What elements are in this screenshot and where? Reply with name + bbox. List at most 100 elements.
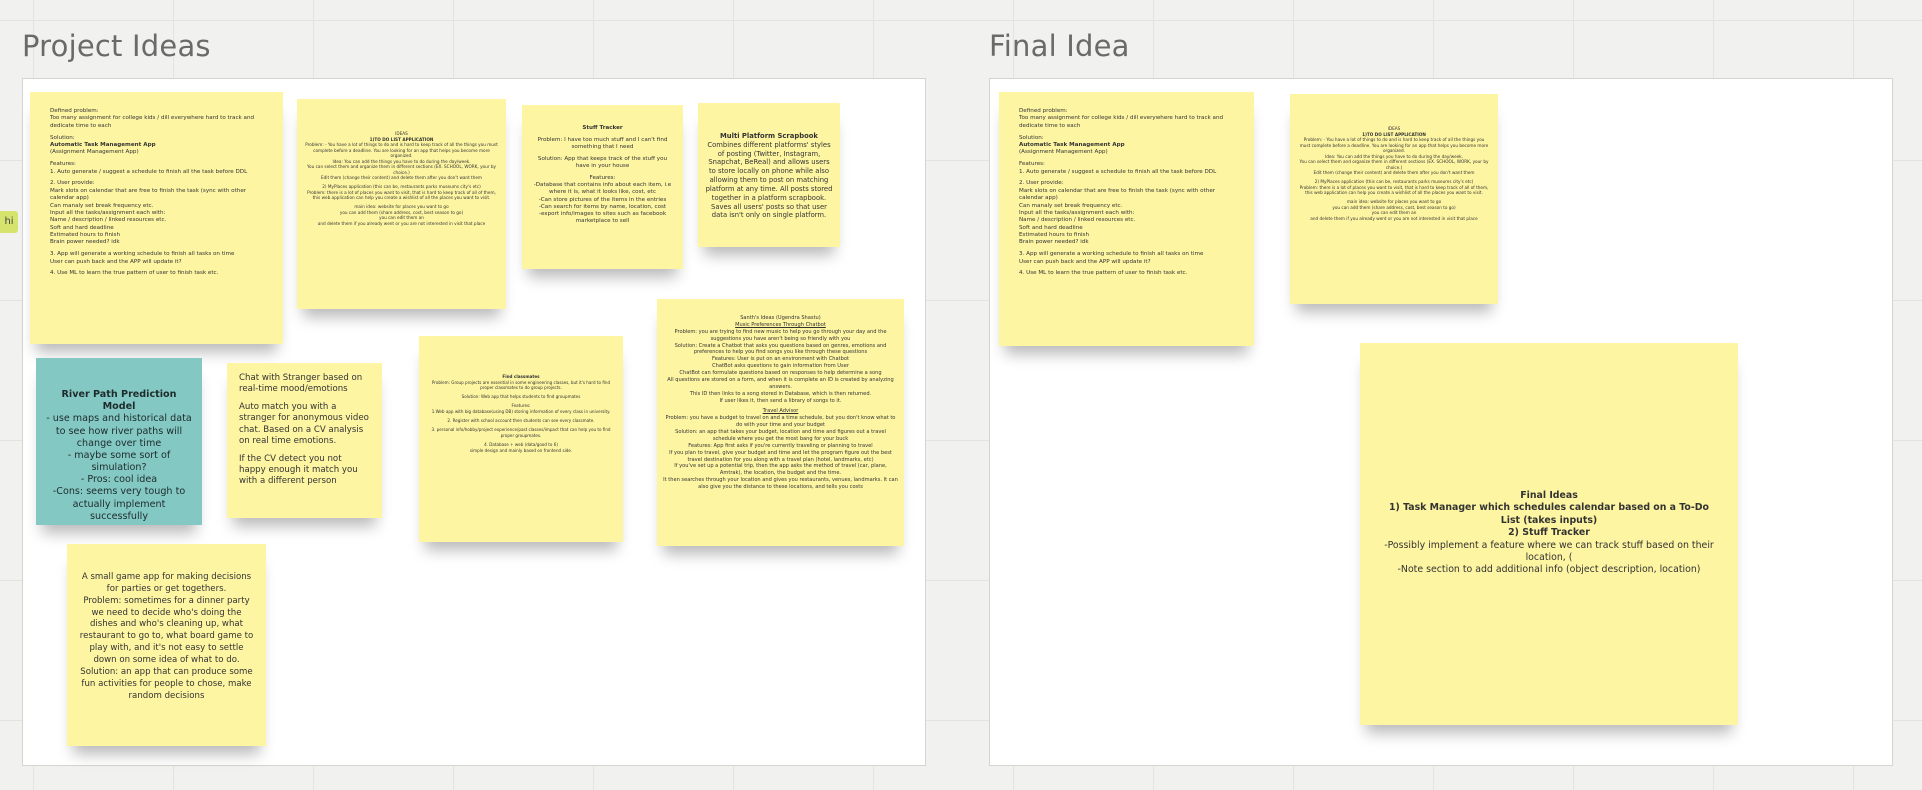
note-line: Problem: - You have a lot of things to d…: [1299, 137, 1490, 154]
note-line: 2. User provide:: [50, 180, 95, 187]
note-line: Features:: [1019, 161, 1045, 168]
note-line: 2. User provide:: [1019, 180, 1064, 187]
note-line: ChatBot asks questions to gain informati…: [712, 363, 849, 370]
note-line: You can select them and organize them in…: [307, 164, 498, 175]
note-line: Features:: [589, 174, 616, 181]
frame-title-final-idea: Final Idea: [989, 29, 1130, 63]
note-line: Estimated hours to finish: [1019, 232, 1090, 239]
note-line: Estimated hours to finish: [50, 232, 121, 239]
sticky-note-find-classmates[interactable]: Find classmates Problem: Group projects a…: [419, 336, 623, 542]
note-line: If the CV detect you not happy enough it…: [239, 453, 361, 487]
note-line: Travel Advisor: [762, 408, 799, 415]
note-line: Solution:: [50, 134, 75, 141]
note-line: Music Preferences Through Chatbot: [735, 321, 826, 328]
note-line: Edit them (change their content) and del…: [320, 175, 483, 181]
sticky-note-ideas[interactable]: IDEAS 1)TO DO LIST APPLICATION Problem: - …: [297, 99, 506, 309]
note-line: Can manaly set break frequency etc.: [1019, 202, 1123, 209]
note-line: Chat with Stranger based on real-time mo…: [239, 373, 365, 395]
sticky-note-chat-stranger[interactable]: Chat with Stranger based on real-time mo…: [227, 363, 382, 518]
note-line: Santh's Ideas (Ugendra Shastu): [740, 315, 821, 321]
note-line: 2) MyPlaces application (this can be, re…: [1314, 179, 1474, 185]
note-line: and delete them if you already went or y…: [317, 220, 486, 226]
sticky-note-stuff-tracker[interactable]: Stuff Tracker Problem: I have too much st…: [522, 105, 683, 269]
note-line: Edit them (change their content) and del…: [1313, 170, 1475, 176]
note-line: Can manaly set break frequency etc.: [50, 202, 154, 209]
note-line: 1. Auto generate / suggest a schedule to…: [1019, 168, 1217, 175]
note-line: -Cons: seems very tough to actually impl…: [52, 486, 189, 522]
note-line: -Can search for items by name, location,…: [538, 203, 667, 210]
note-line: Multi Platform Scrapbook: [720, 132, 818, 140]
note-line: Brain power needed? idk: [50, 239, 120, 246]
note-line: River Path Prediction Model: [61, 389, 180, 413]
note-line: If you plan to travel, give your budget …: [669, 449, 894, 463]
note-line: - Pros: cool idea: [80, 474, 158, 486]
note-line: Defined problem:: [50, 108, 99, 114]
note-line: Soft and hard deadline: [1019, 224, 1083, 231]
note-line: 1) Task Manager which schedules calendar…: [1389, 502, 1713, 526]
note-line: -Database that contains info about each …: [533, 182, 674, 196]
note-line: [239, 395, 370, 402]
note-line: Features:: [50, 161, 76, 168]
note-line: Solution: an app that can produce some f…: [80, 666, 256, 701]
sticky-note-task-manager[interactable]: Defined problem: Too many assignment for …: [30, 92, 283, 344]
note-line: Problem: there is a lot of places you wa…: [307, 189, 498, 201]
note-line: Stuff Tracker: [582, 125, 623, 131]
note-line: This ID then links to a song stored in D…: [689, 390, 872, 397]
note-line: and delete them if you already went or y…: [1310, 215, 1478, 221]
note-line: Mark slots on calendar that are free to …: [50, 187, 248, 202]
note-line: -Possibly implement a feature where we c…: [1384, 539, 1717, 564]
note-line: Problem: you are trying to find new musi…: [674, 328, 889, 342]
note-line: All questions are stored on a form, and …: [667, 376, 896, 390]
side-tab[interactable]: hi: [0, 211, 18, 233]
note-line: Features: App first asks if you're curre…: [688, 442, 873, 449]
note-line: Solution:: [1019, 134, 1044, 141]
note-line: Final Ideas: [1520, 490, 1578, 501]
sticky-note-scrapbook[interactable]: Multi Platform Scrapbook Combines differe…: [698, 103, 840, 247]
note-line: simple design and mainly based on fronte…: [469, 447, 573, 453]
note-line: Defined problem:: [1019, 108, 1068, 114]
note-line: Brain power needed? idk: [1019, 239, 1089, 246]
note-line: 3. App will generate a working schedule …: [1019, 251, 1204, 258]
note-line: Problem: Group projects are essential in…: [431, 379, 612, 391]
sticky-note-santh-ideas[interactable]: Santh's Ideas (Ugendra Shastu) Music Pref…: [657, 299, 904, 546]
sticky-note-final-ideas[interactable]: Final Ideas 1) Task Manager which schedul…: [1360, 343, 1738, 725]
note-line: Problem: you have a budget to travel on …: [665, 415, 898, 429]
note-line: 2. Register with school account then stu…: [447, 418, 595, 424]
note-line: 1. Auto generate / suggest a schedule to…: [50, 168, 248, 175]
note-line: User can push back and the APP will upda…: [50, 258, 182, 265]
sticky-note-task-manager-copy[interactable]: Defined problem: Too many assignment for …: [999, 92, 1254, 346]
note-line: [239, 447, 370, 454]
note-line: (Assignment Management App): [1019, 149, 1108, 156]
note-line: Problem: - You have a lot of things to d…: [305, 142, 500, 159]
note-line: Soft and hard deadline: [50, 224, 114, 231]
note-line: 3. personal info/hobby/project experienc…: [431, 427, 612, 438]
note-line: Input all the tasks/assignment each with…: [50, 209, 166, 216]
note-line: 1.Web app with big database(using DB) st…: [431, 409, 611, 415]
note-line: Problem: there is a lot of places you wa…: [1299, 184, 1490, 196]
note-line: 2) Stuff Tracker: [1508, 527, 1590, 539]
note-line: -export info/images to sites such as fac…: [538, 211, 668, 225]
note-line: Mark slots on calendar that are free to …: [1019, 187, 1217, 202]
note-line: Too many assignment for college kids / d…: [1019, 115, 1225, 129]
note-line: Solution: Create a Chatbot that asks you…: [674, 342, 889, 356]
note-line: User can push back and the APP will upda…: [1019, 258, 1151, 265]
note-line: ChatBot can formulate questions based on…: [679, 370, 882, 376]
note-line: If you've set up a potential trip, then …: [674, 463, 889, 477]
note-line: If user likes it, then send a library of…: [719, 397, 842, 404]
note-line: -Can store pictures of the items in the …: [538, 196, 667, 203]
note-line: (Assignment Management App): [50, 149, 139, 156]
note-line: -Note section to add additional info (ob…: [1397, 564, 1701, 576]
note-line: Name / description / linked resources et…: [50, 217, 167, 224]
note-line: A small game app for making decisions fo…: [81, 572, 254, 594]
note-line: Name / description / linked resources et…: [1019, 217, 1136, 224]
note-line: Automatic Task Management App: [1019, 141, 1125, 148]
note-line: - maybe some sort of simulation?: [67, 449, 174, 474]
sticky-note-game-app[interactable]: A small game app for making decisions fo…: [67, 544, 266, 746]
note-line: 2) MyPlaces application (this can be, re…: [322, 184, 481, 190]
sticky-note-ideas-copy[interactable]: IDEAS 1)TO DO LIST APPLICATION Problem: - …: [1290, 94, 1498, 304]
sticky-note-river-path[interactable]: River Path Prediction Model - use maps an…: [36, 358, 202, 525]
note-line: Combines different platforms' styles of …: [705, 140, 835, 220]
note-line: Features: User is put on an environment …: [712, 356, 849, 363]
frame-title-project-ideas: Project Ideas: [22, 29, 211, 63]
note-line: 4. Use ML to learn the true pattern of u…: [1019, 270, 1188, 277]
